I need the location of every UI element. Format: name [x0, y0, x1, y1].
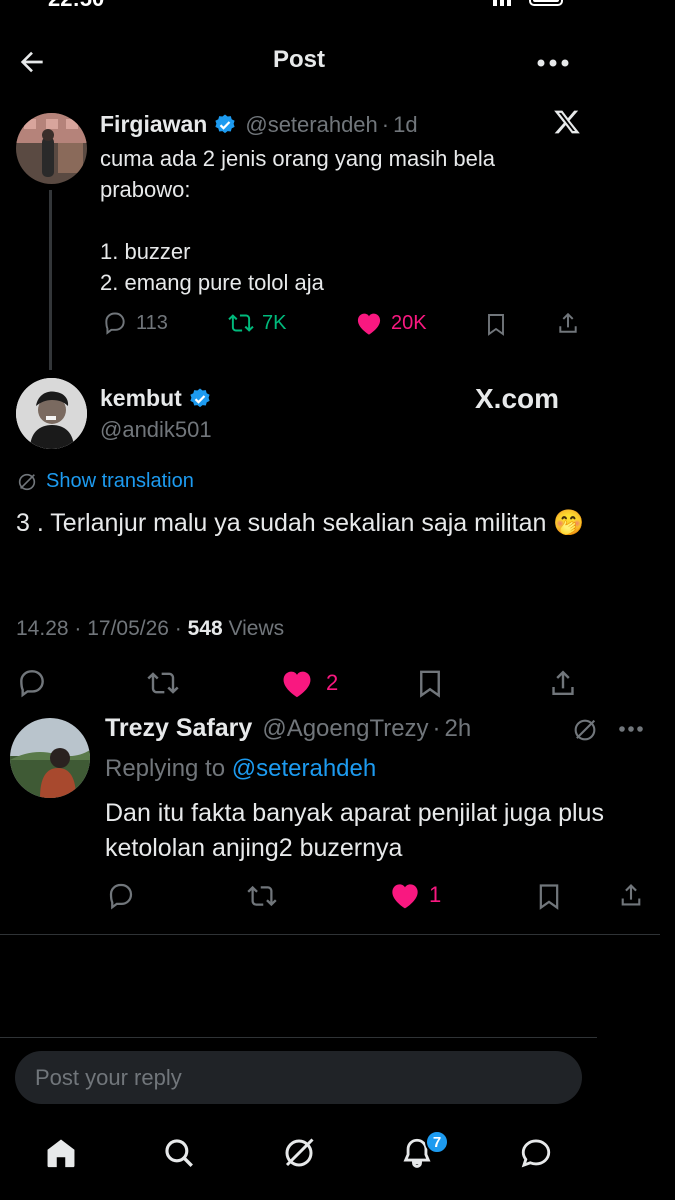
search-icon	[165, 1139, 193, 1167]
heart-icon	[357, 313, 381, 335]
bookmark-icon	[539, 884, 559, 910]
share-icon	[559, 312, 577, 333]
quoted-post-header: Firgiawan @seterahdeh · 1d	[100, 111, 418, 138]
bookmark-button[interactable]	[415, 667, 445, 699]
grok-icon	[18, 473, 36, 490]
reply-icon	[105, 312, 125, 335]
avatar[interactable]	[10, 718, 90, 798]
author-handle[interactable]: @andik501	[100, 417, 212, 443]
reply-count: 113	[136, 311, 168, 334]
battery-icon	[529, 0, 563, 6]
more-options-button[interactable]	[536, 58, 570, 68]
repost-count: 7K	[262, 311, 287, 334]
nav-search[interactable]	[162, 1136, 196, 1170]
like-button[interactable]: 1	[389, 880, 441, 910]
reply-button[interactable]: 113	[102, 310, 168, 336]
source-watermark: X.com	[475, 383, 560, 414]
replying-label: Replying to	[105, 755, 226, 782]
share-button[interactable]	[555, 309, 581, 337]
avatar-image	[16, 378, 87, 449]
avatar-image	[10, 718, 90, 798]
share-button[interactable]	[617, 879, 645, 911]
share-icon	[621, 884, 641, 906]
post-age: 2h	[444, 714, 472, 742]
quoted-post-text: cuma ada 2 jenis orang yang masih bela p…	[100, 146, 496, 295]
grok-button[interactable]	[571, 716, 599, 744]
more-icon	[619, 726, 643, 732]
repost-icon	[147, 672, 179, 694]
avatar[interactable]	[16, 113, 87, 184]
author-name[interactable]: Trezy Safary	[105, 714, 252, 743]
author-name[interactable]: Firgiawan	[100, 111, 207, 138]
views-label: Views	[228, 617, 285, 640]
like-count: 20K	[391, 311, 427, 334]
nav-home[interactable]	[44, 1136, 78, 1170]
page-title: Post	[272, 46, 325, 73]
bookmark-icon	[488, 314, 504, 336]
reply-more-button[interactable]	[618, 725, 644, 733]
heart-icon	[392, 884, 418, 909]
post-meta: 14.28 · 17/05/26 · 548 Views	[16, 617, 284, 641]
main-post-author: kembut	[100, 385, 212, 412]
heart-icon	[283, 671, 311, 698]
author-name[interactable]: kembut	[100, 385, 182, 412]
home-icon	[47, 1139, 75, 1168]
show-translation-link[interactable]: Show translation	[16, 470, 194, 493]
views-count: 548	[187, 617, 223, 640]
like-count: 1	[429, 882, 442, 907]
notifications-badge: 7	[425, 1130, 449, 1154]
author-handle[interactable]: @AgoengTrezy	[262, 715, 428, 743]
reply-icon	[20, 670, 44, 698]
author-handle[interactable]: @seterahdeh	[245, 112, 377, 138]
reply-divider	[0, 934, 660, 935]
like-button[interactable]: 20K	[355, 310, 427, 336]
verified-icon	[188, 387, 212, 411]
like-button[interactable]: 2	[280, 667, 338, 699]
repost-button[interactable]	[246, 881, 278, 911]
repost-button[interactable]: 7K	[228, 310, 286, 336]
like-count: 2	[326, 670, 339, 695]
thread-line	[49, 190, 52, 370]
dot-separator: ·	[381, 111, 390, 137]
nav-messages[interactable]	[519, 1136, 553, 1170]
messages-icon	[521, 1139, 551, 1168]
grok-icon	[285, 1138, 314, 1167]
repost-icon	[228, 314, 254, 332]
repost-button[interactable]	[146, 667, 180, 699]
status-icons	[493, 0, 567, 6]
nav-grok[interactable]	[281, 1135, 317, 1171]
status-time: 22:50	[48, 0, 104, 12]
reply-button[interactable]	[106, 881, 136, 911]
share-icon	[552, 670, 574, 695]
post-timestamp: 14.28 · 17/05/26 ·	[16, 617, 188, 640]
main-post-text: 3 . Terlanjur malu ya sudah sekalian saj…	[16, 509, 585, 537]
replying-to: Replying to @seterahdeh	[105, 755, 376, 783]
reply-text: Dan itu fakta banyak aparat penjilat jug…	[105, 799, 604, 862]
reply-input-placeholder: Post your reply	[35, 1064, 182, 1090]
reply-input[interactable]: Post your reply	[15, 1051, 582, 1104]
verified-icon	[213, 113, 237, 137]
reply-button[interactable]	[16, 667, 48, 699]
more-icon	[537, 59, 569, 67]
share-button[interactable]	[547, 666, 579, 700]
repost-icon	[247, 885, 277, 907]
bookmark-button[interactable]	[484, 311, 508, 337]
grok-icon	[574, 719, 596, 741]
bookmark-button[interactable]	[535, 881, 563, 911]
reply-icon	[109, 883, 133, 910]
bookmark-icon	[420, 670, 440, 698]
reply-header: Trezy Safary @AgoengTrezy · 2h	[105, 714, 471, 743]
post-age: 1d	[393, 111, 418, 137]
avatar[interactable]	[16, 378, 87, 449]
x-logo-icon	[553, 108, 581, 136]
dot-separator: ·	[432, 714, 441, 742]
replying-to-handle[interactable]: @seterahdeh	[232, 755, 376, 782]
compose-divider	[0, 1037, 597, 1038]
show-translation-label: Show translation	[46, 470, 194, 492]
avatar-image	[16, 113, 87, 184]
signal-icon	[493, 0, 511, 6]
